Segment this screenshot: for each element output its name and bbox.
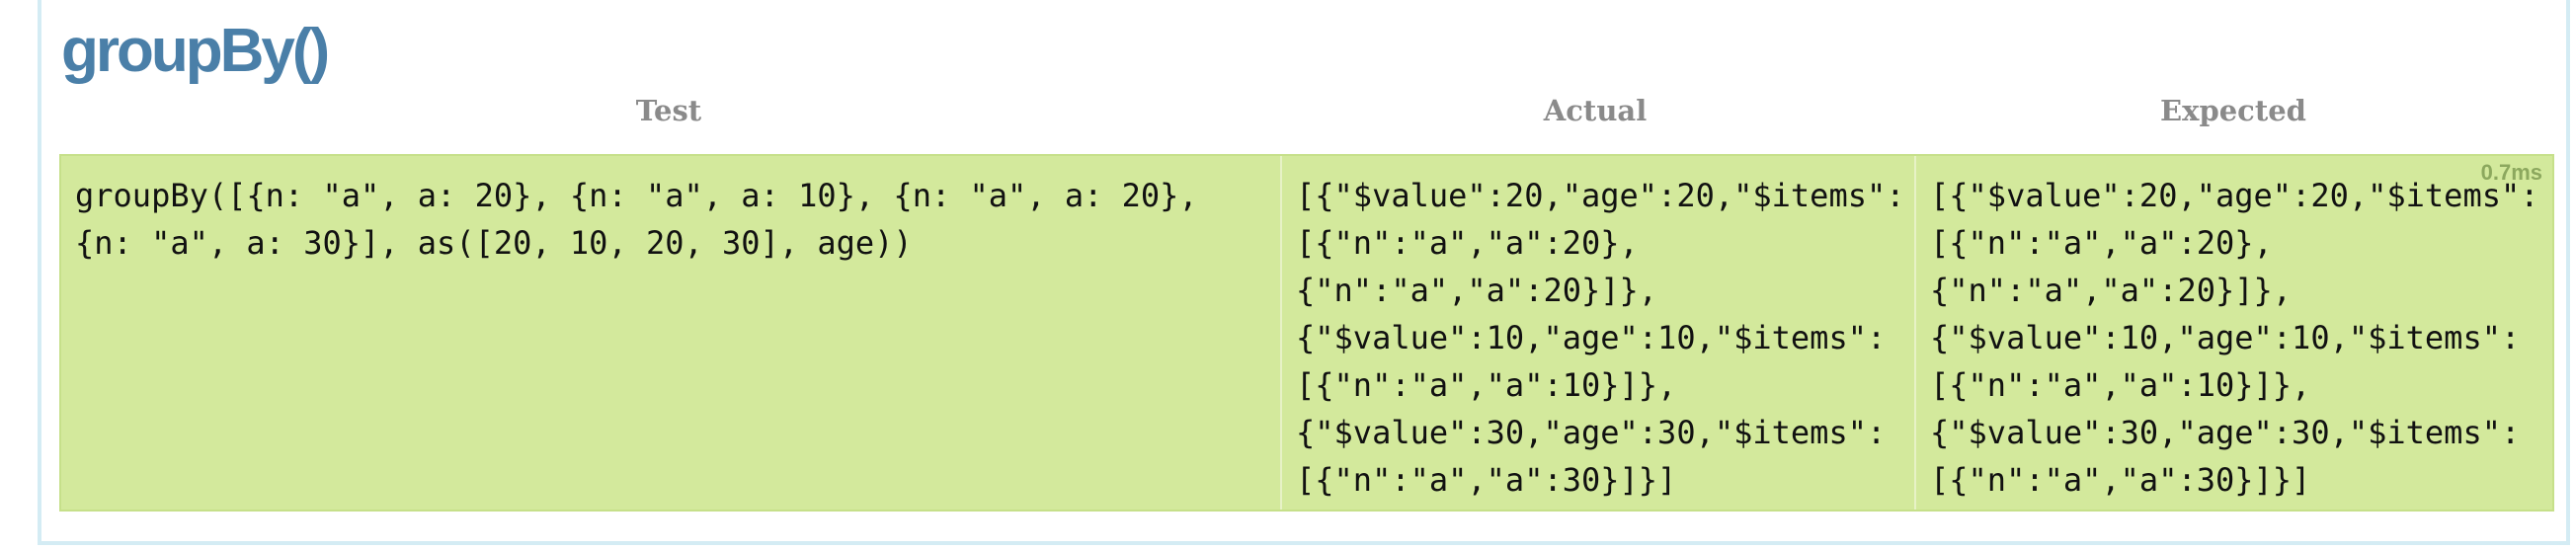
column-header-actual: Actual	[1543, 94, 1648, 127]
timing-label: 0.7ms	[2480, 160, 2542, 185]
column-header-test: Test	[635, 94, 702, 127]
test-code-line: {n: "a", a: 30}], as([20, 10, 20, 30], a…	[75, 224, 913, 262]
actual-line: {"$value":30,"age":30,"$items":	[1296, 414, 1887, 451]
actual-line: {"$value":10,"age":10,"$items":	[1296, 319, 1887, 356]
expected-line: [{"$value":20,"age":20,"$items":	[1930, 177, 2539, 214]
expected-cell: [{"$value":20,"age":20,"$items": [{"n":"…	[1914, 156, 2554, 510]
expected-line: [{"n":"a","a":20},	[1930, 224, 2273, 262]
test-cell: groupBy([{n: "a", a: 20}, {n: "a", a: 10…	[61, 156, 1280, 510]
test-result-row: groupBy([{n: "a", a: 20}, {n: "a", a: 10…	[59, 154, 2554, 512]
suite-title: groupBy()	[61, 17, 330, 85]
column-header-expected: Expected	[2160, 94, 2306, 127]
actual-cell: [{"$value":20,"age":20,"$items": [{"n":"…	[1280, 156, 1914, 510]
actual-line: [{"n":"a","a":20},	[1296, 224, 1639, 262]
actual-line: [{"$value":20,"age":20,"$items":	[1296, 177, 1905, 214]
expected-line: [{"n":"a","a":10}]},	[1930, 366, 2311, 404]
actual-line: [{"n":"a","a":30}]}]	[1296, 461, 1677, 499]
expected-line: {"$value":10,"age":10,"$items":	[1930, 319, 2521, 356]
expected-line: {"n":"a","a":20}]},	[1930, 272, 2293, 309]
expected-line: [{"n":"a","a":30}]}]	[1930, 461, 2311, 499]
expected-line: {"$value":30,"age":30,"$items":	[1930, 414, 2521, 451]
actual-line: {"n":"a","a":20}]},	[1296, 272, 1658, 309]
actual-line: [{"n":"a","a":10}]},	[1296, 366, 1677, 404]
test-code-line: groupBy([{n: "a", a: 20}, {n: "a", a: 10…	[75, 177, 1198, 214]
